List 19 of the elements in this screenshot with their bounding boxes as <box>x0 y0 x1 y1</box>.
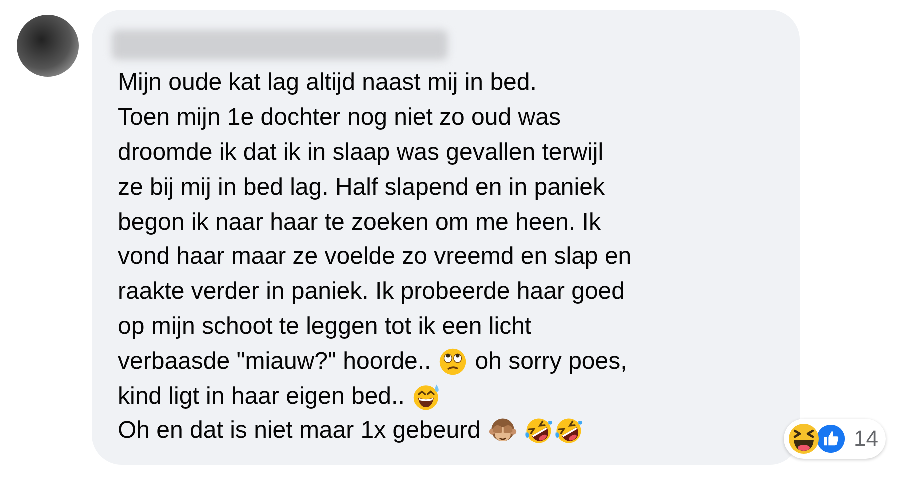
comment-text: Oh en dat is niet maar 1x gebeurd <box>118 417 481 446</box>
reaction-summary[interactable]: 14 <box>784 418 886 459</box>
comment-text: kind ligt in haar eigen bed.. <box>118 382 405 411</box>
laughing-tears-face-icon <box>554 417 583 446</box>
sweat-smile-face-icon <box>412 382 441 411</box>
comment-text: op mijn schoot te leggen tot ik een licht <box>118 312 532 341</box>
reaction-count: 14 <box>854 426 878 452</box>
comment-text: ze bij mij in bed lag. Half slapend en in paniek <box>118 174 605 202</box>
comment-text: oh sorry poes, <box>475 348 628 376</box>
comment-text: verbaasde "miauw?" hoorde.. <box>118 348 432 376</box>
laughing-tears-face-icon <box>524 417 553 446</box>
comment-text: begon ik naar haar te zoeken om me heen. Ik <box>118 208 601 237</box>
comment-text: Toen mijn 1e dochter nog niet zo oud was <box>118 104 561 132</box>
comment-text: droomde ik dat ik in slaap was gevallen terwijl <box>118 138 604 167</box>
comment-text: raakte verder in paniek. Ik probeerde haar goed <box>118 278 625 306</box>
eye-roll-face-icon <box>439 348 468 376</box>
laughing-face-icon <box>788 422 820 455</box>
comment-text: Mijn oude kat lag altijd naast mij in bed. <box>118 69 537 98</box>
comment-text: vond haar maar ze voelde zo vreemd en slap en <box>118 243 632 272</box>
